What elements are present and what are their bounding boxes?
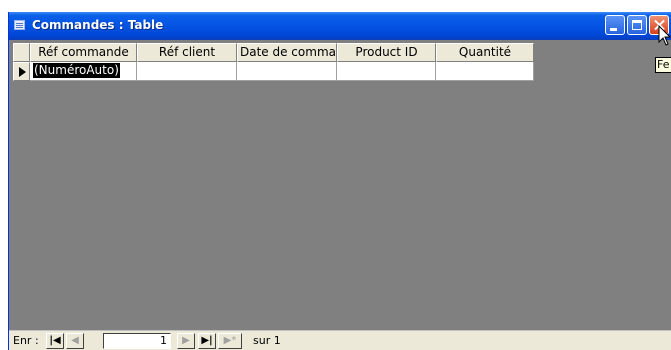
column-header-quantite[interactable]: Quantité: [436, 43, 534, 62]
record-number-input[interactable]: 1: [103, 333, 171, 349]
select-all-corner[interactable]: [13, 43, 30, 62]
table-window: Commandes : Table Réf commande Réf clien…: [8, 12, 671, 350]
first-record-icon[interactable]: |◀: [46, 333, 64, 349]
column-header-ref-commande[interactable]: Réf commande: [30, 43, 137, 62]
close-tooltip: Fe: [655, 57, 671, 73]
table-icon: [14, 20, 25, 30]
column-header-ref-client[interactable]: Réf client: [137, 43, 237, 62]
record-label: Enr :: [13, 334, 39, 347]
table-cell[interactable]: [436, 62, 534, 81]
maximize-button[interactable]: [627, 15, 647, 35]
title-bar[interactable]: Commandes : Table: [9, 12, 671, 40]
mouse-pointer-icon: [658, 25, 671, 46]
next-record-icon[interactable]: ▶: [177, 333, 195, 349]
minimize-button[interactable]: [605, 15, 625, 35]
record-navigator: Enr : |◀ ◀ 1 ▶ ▶| ▶* sur 1: [9, 330, 671, 350]
autonumber-placeholder: (NuméroAuto): [33, 63, 120, 78]
table-cell[interactable]: (NuméroAuto): [30, 62, 137, 81]
current-record-arrow-icon[interactable]: [13, 62, 30, 81]
prev-record-icon[interactable]: ◀: [66, 333, 84, 349]
column-header-date-commande[interactable]: Date de comma: [237, 43, 337, 62]
column-header-product-id[interactable]: Product ID: [337, 43, 436, 62]
window-title: Commandes : Table: [32, 18, 164, 32]
table-cell[interactable]: [237, 62, 337, 81]
datasheet-grid: Réf commande Réf client Date de comma Pr…: [13, 43, 534, 81]
table-cell[interactable]: [137, 62, 237, 81]
last-record-icon[interactable]: ▶|: [198, 333, 216, 349]
table-cell[interactable]: [337, 62, 436, 81]
record-total: sur 1: [253, 334, 281, 347]
new-record-icon[interactable]: ▶*: [218, 333, 242, 349]
